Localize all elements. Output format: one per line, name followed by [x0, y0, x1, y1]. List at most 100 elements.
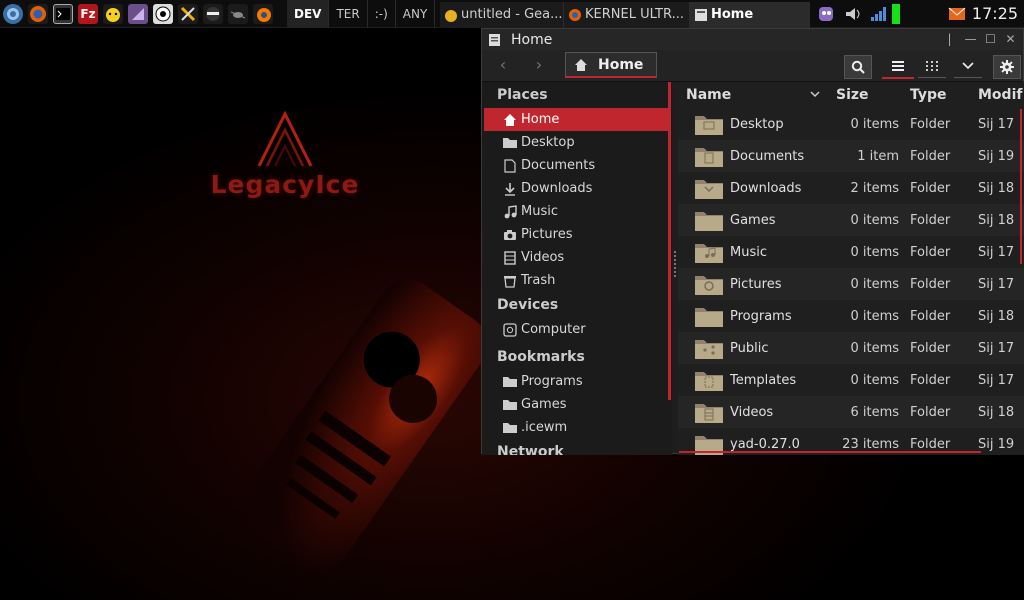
tools-icon[interactable] [178, 4, 198, 24]
table-row[interactable]: Videos 6 items Folder Sij 18 [678, 396, 1024, 428]
sidebar-item-downloads[interactable]: Downloads [482, 177, 672, 200]
sidebar-item-music[interactable]: Music [482, 200, 672, 223]
workspace-any[interactable]: ANY [396, 0, 436, 28]
vertical-scrollbar[interactable] [1020, 109, 1022, 264]
sidebar-item-trash[interactable]: Trash [482, 269, 672, 292]
workspace-ter[interactable]: TER [329, 0, 368, 28]
column-header-type[interactable]: Type [910, 87, 947, 103]
file-name: Videos [730, 404, 774, 420]
back-button[interactable]: ‹ [488, 54, 518, 76]
file-size: 0 items [850, 116, 899, 132]
folder-icon [695, 148, 723, 167]
sidebar-item-pictures[interactable]: Pictures [482, 223, 672, 246]
column-header-modified[interactable]: Modif [978, 87, 1022, 103]
view-options-button[interactable] [954, 55, 982, 78]
horizontal-scrollbar[interactable] [679, 451, 981, 453]
window-titlebar[interactable]: Home | — ☐ ✕ [482, 29, 1023, 50]
ninja-icon[interactable] [203, 4, 223, 24]
file-modified: Sij 18 [978, 404, 1015, 420]
task-file-manager[interactable]: Home [690, 1, 810, 28]
settings-button[interactable] [993, 55, 1021, 79]
battery-icon[interactable] [892, 4, 900, 24]
filezilla-icon[interactable]: Fz [78, 4, 98, 24]
list-view-button[interactable] [882, 55, 914, 79]
file-type: Folder [910, 404, 951, 420]
image-editor-icon[interactable] [128, 4, 148, 24]
sidebar-item-desktop[interactable]: Desktop [482, 131, 672, 154]
file-name: yad-0.27.0 [730, 436, 800, 452]
legacyice-logo: LegacyIce [200, 110, 370, 199]
folder-icon [695, 372, 723, 391]
sort-chevron-icon[interactable] [810, 91, 820, 98]
sidebar-item-label: Music [521, 204, 558, 219]
column-header-size[interactable]: Size [836, 87, 869, 103]
pikachu-icon[interactable] [103, 4, 123, 24]
table-row[interactable]: Pictures 0 items Folder Sij 17 [678, 268, 1024, 300]
table-row[interactable]: Programs 0 items Folder Sij 18 [678, 300, 1024, 332]
file-size: 0 items [850, 276, 899, 292]
file-manager-icon [695, 8, 707, 21]
file-name: Games [730, 212, 776, 228]
terminal-icon[interactable] [53, 4, 73, 24]
window-menu-icon[interactable]: | [942, 32, 957, 47]
sidebar-item-home[interactable]: Home [484, 108, 668, 131]
music-icon [504, 204, 517, 218]
file-name: Desktop [730, 116, 784, 132]
task-firefox[interactable]: KERNEL ULTR... [564, 1, 690, 28]
table-row[interactable]: Music 0 items Folder Sij 17 [678, 236, 1024, 268]
maximize-icon[interactable]: ☐ [983, 32, 998, 47]
file-name: Pictures [730, 276, 782, 292]
home-icon [504, 113, 516, 126]
file-modified: Sij 17 [978, 244, 1015, 260]
start-menu-icon[interactable] [3, 4, 23, 24]
signal-icon[interactable] [870, 5, 888, 23]
forward-button[interactable]: › [524, 54, 554, 76]
file-type: Folder [910, 148, 951, 164]
table-row[interactable]: Downloads 2 items Folder Sij 18 [678, 172, 1024, 204]
folder-icon [695, 244, 723, 263]
grid-view-icon [926, 61, 938, 71]
blender-icon[interactable] [253, 4, 273, 24]
file-modified: Sij 17 [978, 340, 1015, 356]
file-modified: Sij 18 [978, 308, 1015, 324]
workspace-dev[interactable]: DEV [287, 0, 330, 28]
table-row[interactable]: Desktop 0 items Folder Sij 17 [678, 108, 1024, 140]
table-row[interactable]: Public 0 items Folder Sij 17 [678, 332, 1024, 364]
sidebar-item-documents[interactable]: Documents [482, 154, 672, 177]
table-row[interactable]: Games 0 items Folder Sij 18 [678, 204, 1024, 236]
breadcrumb-home[interactable]: Home [565, 52, 657, 78]
sidebar-item-computer[interactable]: Computer [482, 318, 672, 341]
column-header-name[interactable]: Name [686, 87, 731, 103]
sidebar-item-programs[interactable]: Programs [482, 370, 672, 393]
home-icon [575, 58, 587, 71]
workspace-smile[interactable]: :-) [368, 0, 396, 28]
cow-icon[interactable] [153, 4, 173, 24]
minimize-icon[interactable]: — [963, 32, 978, 47]
sidebar-scrollbar[interactable] [668, 82, 671, 400]
close-icon[interactable]: ✕ [1003, 32, 1018, 47]
mail-icon[interactable] [948, 7, 966, 21]
file-rows: Desktop 0 items Folder Sij 17 Documents 1 ite… [678, 108, 1024, 455]
search-button[interactable] [844, 55, 872, 79]
task-geany[interactable]: untitled - Gea... [440, 1, 564, 28]
sidebar-item-label: Programs [521, 374, 583, 389]
sidebar-item-games[interactable]: Games [482, 393, 672, 416]
table-row[interactable]: Templates 0 items Folder Sij 17 [678, 364, 1024, 396]
sidebar-item-label: Desktop [521, 135, 575, 150]
file-size: 0 items [850, 308, 899, 324]
folder-icon [695, 340, 723, 359]
bug-icon[interactable] [228, 4, 248, 24]
sidebar-item-icewm[interactable]: .icewm [482, 416, 672, 439]
clock[interactable]: 17:25 [972, 0, 1018, 28]
sidebar-item-label: Games [521, 397, 567, 412]
pidgin-icon[interactable] [816, 5, 836, 23]
folder-icon [695, 308, 723, 327]
grid-view-button[interactable] [918, 55, 946, 78]
volume-icon[interactable] [844, 5, 864, 23]
network-header: Network [497, 444, 564, 455]
taskbar: Fz DEV TER :-) ANY untitled - Gea... KER… [0, 0, 1024, 28]
table-row[interactable]: Documents 1 item Folder Sij 19 [678, 140, 1024, 172]
firefox-icon[interactable] [28, 4, 48, 24]
search-icon [851, 60, 865, 74]
sidebar-item-videos[interactable]: Videos [482, 246, 672, 269]
